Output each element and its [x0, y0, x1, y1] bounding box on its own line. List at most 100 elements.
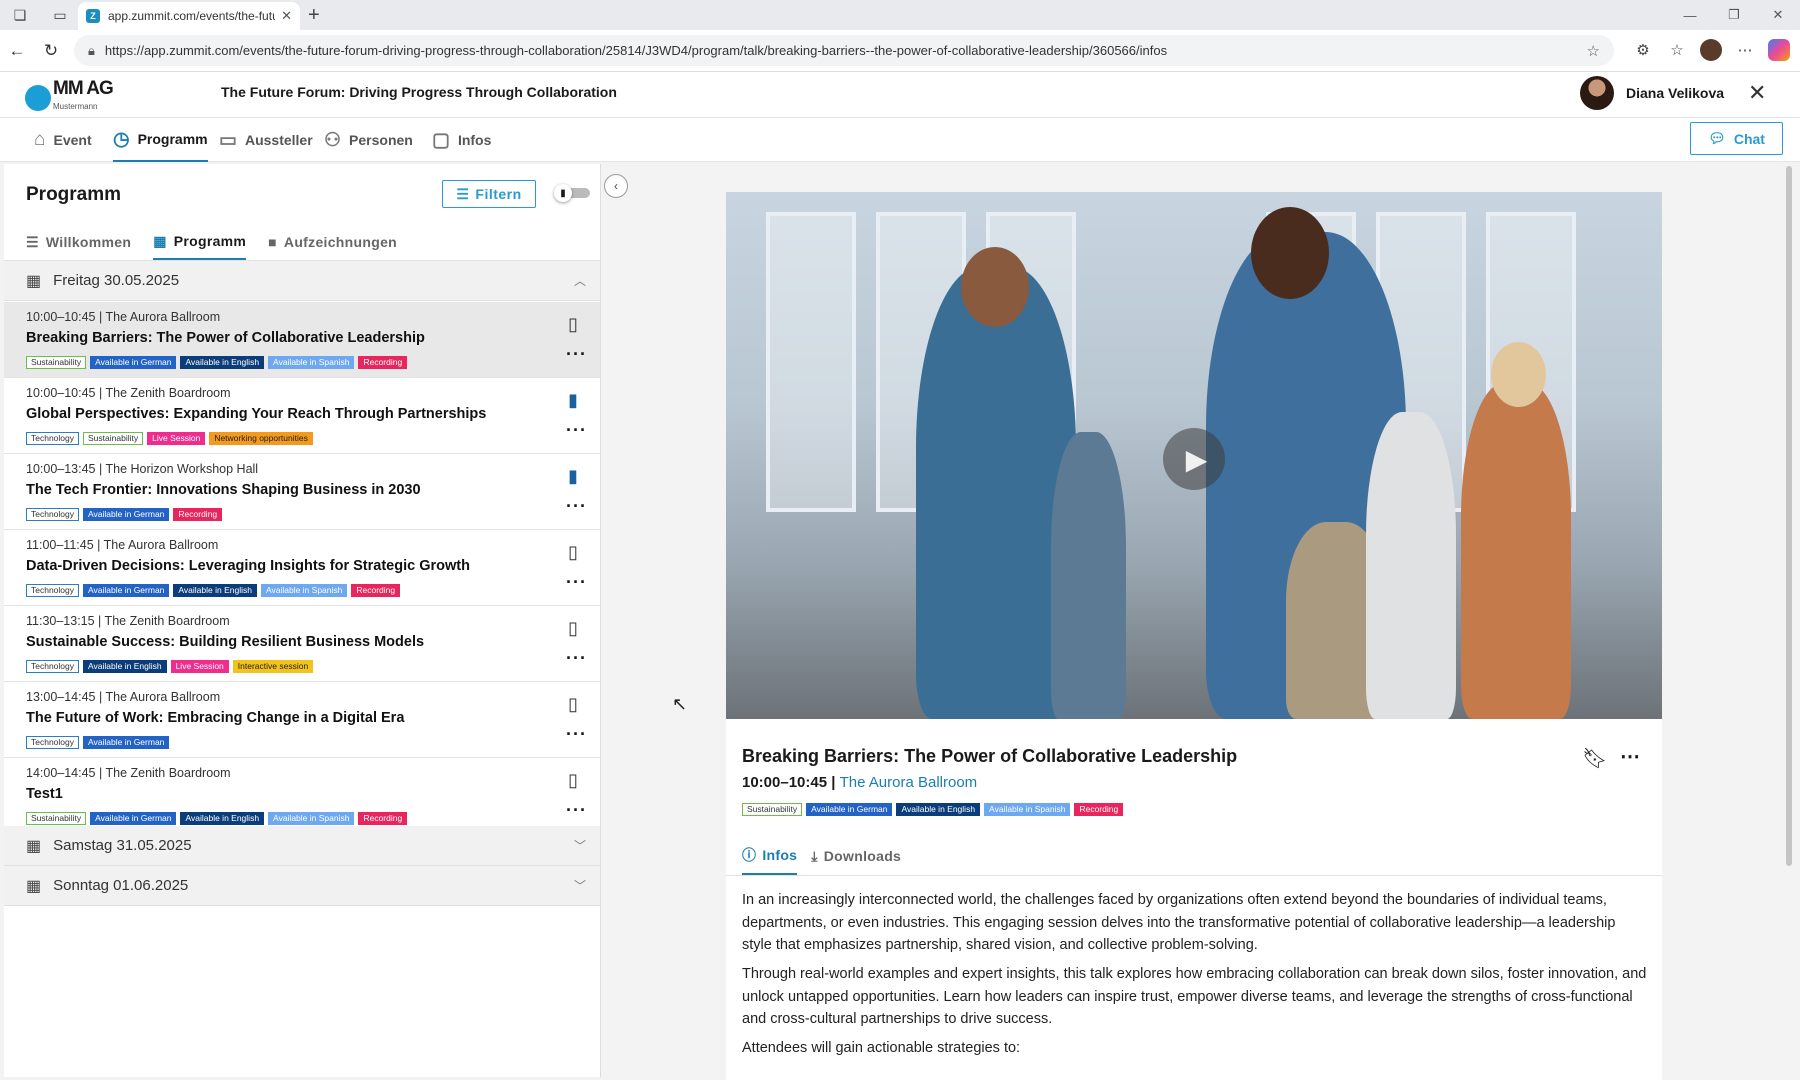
- lock-icon[interactable]: 🔒︎: [88, 43, 95, 59]
- more-icon[interactable]: ···: [566, 496, 587, 517]
- nav-item-programm[interactable]: ◷ Programm: [113, 118, 208, 162]
- session-row[interactable]: 10:00–10:45 | The Zenith Boardroom Global…: [4, 378, 600, 454]
- session-title: Sustainable Success: Building Resilient …: [26, 634, 425, 650]
- minimize-icon[interactable]: —: [1668, 0, 1712, 30]
- session-row[interactable]: 11:00–11:45 | The Aurora Ballroom Data-Dr…: [4, 530, 600, 606]
- more-icon[interactable]: ···: [566, 572, 587, 593]
- tag-badge: Available in German: [90, 356, 177, 369]
- filter-icon: ☰: [456, 185, 470, 202]
- home-icon: ⌂: [34, 129, 46, 150]
- day-header[interactable]: ▦ Freitag 30.05.2025 ︿: [4, 261, 600, 301]
- tag-badge: Live Session: [147, 432, 206, 445]
- logo[interactable]: MM AG Mustermann: [25, 79, 114, 116]
- tab-actions-icon[interactable]: ▭: [40, 0, 80, 30]
- bookmark-icon[interactable]: ▯: [568, 314, 578, 335]
- tag-list: Technology Available in German: [26, 736, 170, 749]
- favorites-icon[interactable]: ☆: [1666, 39, 1688, 61]
- tag-badge: Recording: [358, 812, 408, 825]
- extensions-icon[interactable]: ⚙: [1632, 39, 1654, 61]
- bookmark-filled-icon[interactable]: ▮: [568, 466, 578, 487]
- workspaces-icon[interactable]: ❏: [0, 0, 40, 30]
- scrollbar[interactable]: [1786, 166, 1792, 866]
- tab-infos[interactable]: ⓘ Infos: [742, 837, 798, 875]
- session-row[interactable]: 14:00–14:45 | The Zenith Boardroom Test1 S…: [4, 758, 600, 834]
- tab-downloads[interactable]: ⤓ Downloads: [811, 837, 901, 875]
- copilot-icon[interactable]: [1768, 39, 1790, 61]
- video-player[interactable]: ▶: [726, 192, 1662, 719]
- bookmark-toggle[interactable]: ▮: [554, 184, 590, 202]
- subtab-willkommen[interactable]: ☰ Willkommen: [26, 224, 131, 260]
- more-icon[interactable]: ⋯: [1620, 744, 1640, 769]
- divider: [726, 875, 1662, 876]
- user-name: Diana Velikova: [1626, 85, 1725, 101]
- nav-item-label: Aussteller: [244, 132, 313, 148]
- close-window-icon[interactable]: ✕: [1756, 0, 1800, 30]
- more-icon[interactable]: ···: [566, 800, 587, 821]
- session-meta: 13:00–14:45 | The Aurora Ballroom: [26, 690, 221, 704]
- chevron-up-icon: ︿: [574, 274, 587, 288]
- session-row[interactable]: 10:00–10:45 | The Aurora Ballroom Breakin…: [4, 302, 600, 378]
- reload-icon[interactable]: ↻: [34, 41, 68, 61]
- filter-button[interactable]: ☰ Filtern: [442, 180, 536, 208]
- back-icon[interactable]: ←: [0, 41, 34, 61]
- day-header[interactable]: ▦ Samstag 31.05.2025 ﹀: [4, 826, 600, 866]
- bookmark-icon[interactable]: ▯: [568, 694, 578, 715]
- session-row[interactable]: 11:30–13:15 | The Zenith Boardroom Sustai…: [4, 606, 600, 682]
- day-header[interactable]: ▦ Sonntag 01.06.2025 ﹀: [4, 866, 600, 906]
- bookmark-icon[interactable]: ▯: [568, 542, 578, 563]
- collapse-panel-button[interactable]: ‹: [604, 174, 628, 198]
- tag-badge: Recording: [173, 508, 223, 521]
- session-title: Global Perspectives: Expanding Your Reac…: [26, 406, 487, 422]
- tag-list: Sustainability Available in German Availab…: [26, 356, 408, 369]
- room-link[interactable]: The Aurora Ballroom: [840, 774, 978, 791]
- profile-icon[interactable]: [1700, 39, 1722, 61]
- nav-item-event[interactable]: ⌂ Event: [34, 118, 92, 162]
- tag-badge: Sustainability: [26, 356, 87, 369]
- tag-badge: Available in English: [180, 812, 265, 825]
- session-title: Breaking Barriers: The Power of Collabor…: [26, 330, 425, 346]
- url-field[interactable]: 🔒︎ https://app.zummit.com/events/the-fut…: [74, 35, 1614, 66]
- nav-item-infos[interactable]: ▢ Infos: [432, 118, 491, 162]
- session-row[interactable]: 13:00–14:45 | The Aurora Ballroom The Fut…: [4, 682, 600, 758]
- clock-icon: ◷: [113, 128, 130, 150]
- main-nav: ⌂ Event ◷ Programm ▭ Aussteller ⚇ Person…: [0, 118, 1800, 162]
- play-icon[interactable]: ▶: [1163, 428, 1225, 490]
- tag-badge: Live Session: [170, 660, 229, 673]
- session-row[interactable]: 10:00–13:45 | The Horizon Workshop Hall T…: [4, 454, 600, 530]
- description-paragraph: In an increasingly interconnected world,…: [742, 892, 1616, 953]
- more-icon[interactable]: ···: [566, 648, 587, 669]
- session-title: The Tech Frontier: Innovations Shaping B…: [26, 482, 421, 498]
- user-menu[interactable]: Diana Velikova: [1580, 76, 1724, 110]
- nav-item-personen[interactable]: ⚇ Personen: [324, 118, 413, 162]
- restore-icon[interactable]: ❐: [1712, 0, 1756, 30]
- browser-toolbar: ⚙ ☆ ⋯: [1632, 39, 1790, 61]
- session-meta: 11:30–13:15 | The Zenith Boardroom: [26, 614, 230, 628]
- close-icon[interactable]: ✕: [1748, 80, 1766, 106]
- video-icon: ■: [268, 234, 277, 250]
- tag-badge: Technology: [26, 660, 80, 673]
- more-icon[interactable]: ···: [566, 420, 587, 441]
- bookmark-filled-icon[interactable]: ▮: [568, 390, 578, 411]
- session-meta: 11:00–11:45 | The Aurora Ballroom: [26, 538, 219, 552]
- bookmark-icon[interactable]: ▯: [568, 618, 578, 639]
- more-icon[interactable]: ···: [566, 724, 587, 745]
- subtab-aufzeichnungen[interactable]: ■ Aufzeichnungen: [268, 224, 397, 260]
- subtab-programm[interactable]: ▦ Programm: [153, 224, 247, 260]
- more-icon[interactable]: ···: [566, 344, 587, 365]
- tag-badge: Technology: [26, 432, 80, 445]
- calendar-icon: ▦: [26, 837, 42, 855]
- nav-item-label: Infos: [457, 132, 492, 148]
- bookmark-icon[interactable]: ▯: [568, 770, 578, 791]
- person-figure: [1461, 382, 1571, 719]
- bookmark-icon[interactable]: 🔖︎: [1582, 746, 1607, 771]
- close-tab-icon[interactable]: ✕: [281, 8, 292, 24]
- session-time: 10:00–10:45 | The Aurora Ballroom: [742, 774, 977, 791]
- new-tab-icon[interactable]: +: [308, 4, 320, 27]
- tag-badge: Sustainability: [742, 803, 803, 816]
- favorite-star-icon[interactable]: ☆: [1587, 42, 1600, 60]
- nav-item-aussteller[interactable]: ▭ Aussteller: [219, 118, 313, 162]
- chat-button[interactable]: 💬︎ Chat: [1690, 122, 1783, 155]
- logo-circle-icon: [25, 85, 51, 111]
- more-icon[interactable]: ⋯: [1734, 39, 1756, 61]
- browser-tab[interactable]: Z app.zummit.com/events/the-futu ✕: [78, 2, 300, 30]
